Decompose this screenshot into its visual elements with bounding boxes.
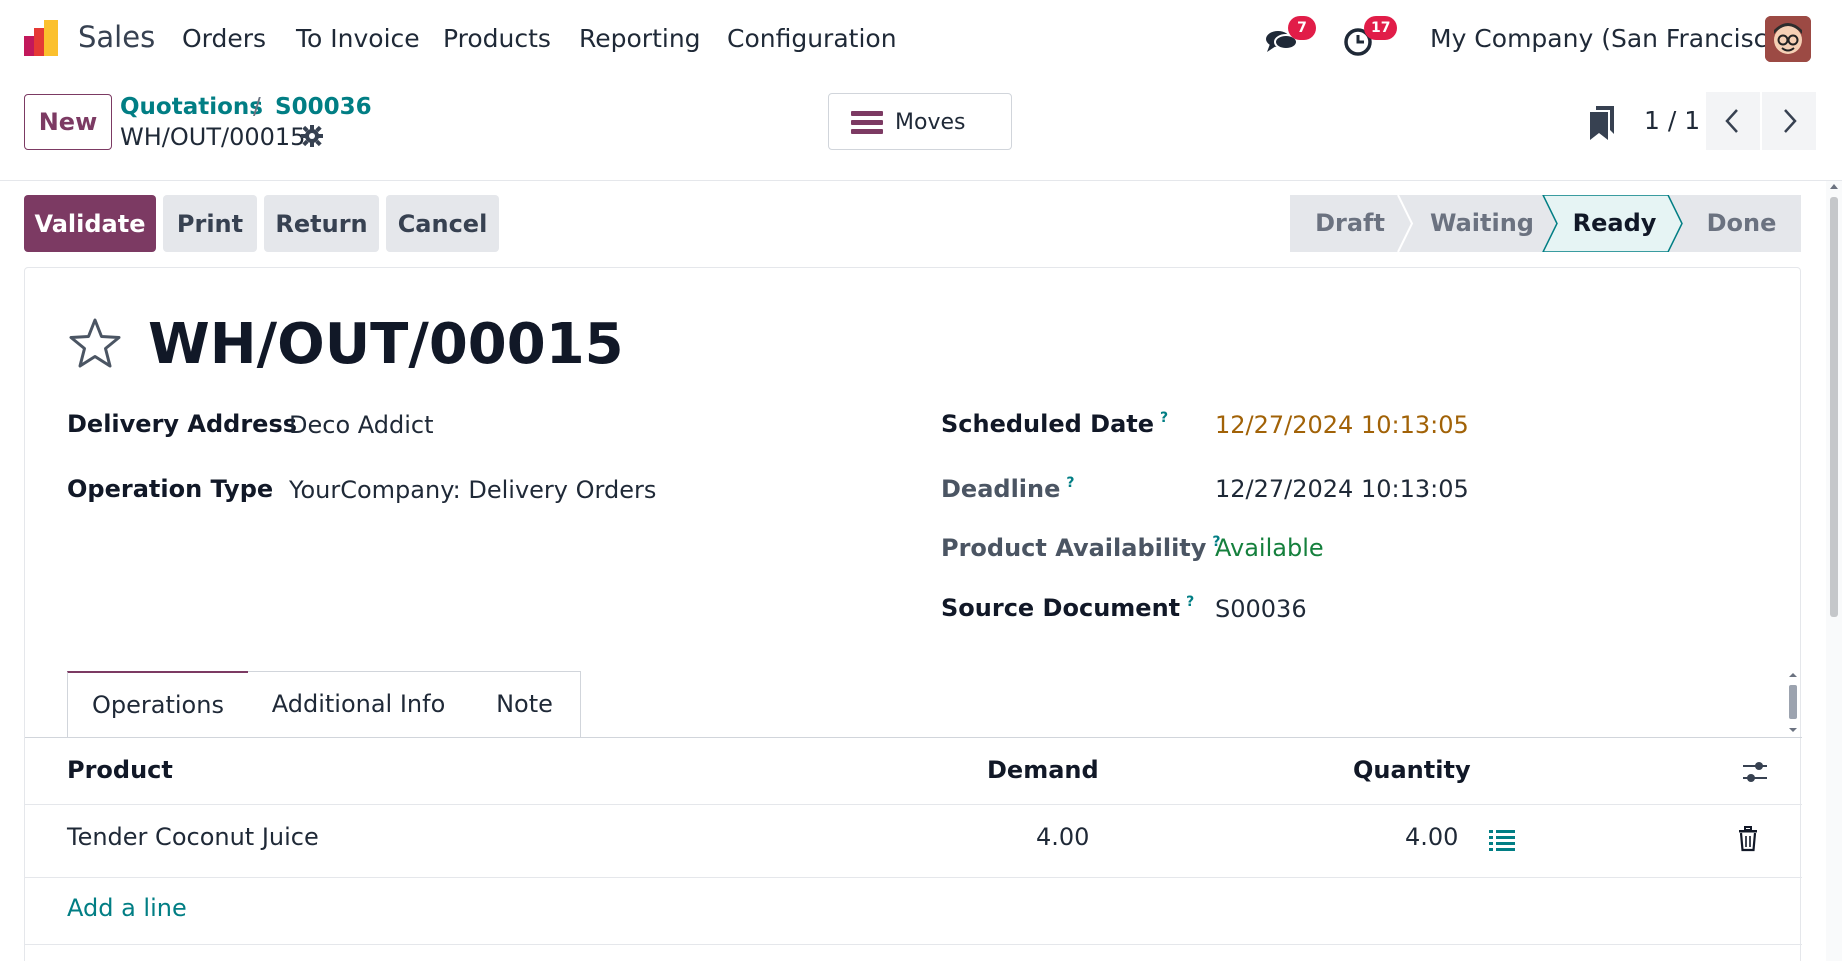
page-scrollbar[interactable] <box>1826 181 1842 961</box>
print-button[interactable]: Print <box>163 195 257 252</box>
detailed-operations-icon[interactable] <box>1489 828 1515 852</box>
row-quantity[interactable]: 4.00 <box>1405 823 1458 851</box>
chevron-left-icon <box>1725 109 1738 133</box>
menu-to-invoice[interactable]: To Invoice <box>296 24 420 53</box>
scheduled-date-label: Scheduled Date? <box>941 410 1169 438</box>
menu-reporting[interactable]: Reporting <box>579 24 701 53</box>
menu-orders[interactable]: Orders <box>182 24 266 53</box>
form-sheet: WH/OUT/00015 Delivery Address Deco Addic… <box>24 267 1802 961</box>
return-button[interactable]: Return <box>264 195 379 252</box>
app-name[interactable]: Sales <box>78 20 155 54</box>
delivery-address-field[interactable]: Deco Addict <box>289 411 434 439</box>
help-tooltip-icon[interactable]: ? <box>1066 475 1074 491</box>
tab-note[interactable]: Note <box>469 671 581 738</box>
add-line-link[interactable]: Add a line <box>67 894 187 922</box>
pager-next-button[interactable] <box>1762 92 1816 150</box>
company-switcher[interactable]: My Company (San Francisco) <box>1430 24 1792 53</box>
breadcrumb-quotations[interactable]: Quotations <box>120 94 263 120</box>
new-button[interactable]: New <box>24 94 112 150</box>
chevron-right-icon <box>1784 109 1797 133</box>
list-icon <box>851 111 883 134</box>
optional-columns-icon[interactable] <box>1741 758 1769 786</box>
tab-divider <box>25 737 1802 738</box>
deadline-label: Deadline? <box>941 475 1075 503</box>
trash-icon[interactable] <box>1737 826 1759 852</box>
row-demand[interactable]: 4.00 <box>1036 823 1089 851</box>
gear-icon[interactable] <box>300 124 324 148</box>
scheduled-date-field[interactable]: 12/27/2024 10:13:05 <box>1215 411 1469 439</box>
user-avatar[interactable] <box>1765 16 1811 62</box>
stage-draft[interactable]: Draft <box>1290 195 1410 252</box>
row-product[interactable]: Tender Coconut Juice <box>67 823 319 851</box>
source-document-field[interactable]: S00036 <box>1215 595 1307 623</box>
messages-badge: 7 <box>1288 16 1316 40</box>
record-title: WH/OUT/00015 <box>148 312 624 377</box>
column-header-quantity[interactable]: Quantity <box>1353 756 1471 784</box>
source-document-label: Source Document? <box>941 594 1195 622</box>
sales-app-icon[interactable] <box>22 18 62 58</box>
stage-done[interactable]: Done <box>1682 195 1801 252</box>
row-divider <box>25 877 1802 878</box>
menu-configuration[interactable]: Configuration <box>727 24 897 53</box>
breadcrumb-sale-order[interactable]: S00036 <box>275 94 372 120</box>
bookmark-icon[interactable] <box>1590 106 1614 140</box>
cancel-button[interactable]: Cancel <box>386 195 499 252</box>
inner-scrollbar[interactable] <box>1786 671 1800 734</box>
validate-button[interactable]: Validate <box>24 195 156 252</box>
moves-smart-button[interactable]: Moves <box>828 93 1012 150</box>
tab-operations[interactable]: Operations <box>67 671 249 738</box>
product-availability-value: Available <box>1215 534 1324 562</box>
stage-waiting[interactable]: Waiting <box>1412 195 1552 252</box>
help-tooltip-icon[interactable]: ? <box>1160 410 1168 426</box>
delivery-address-label: Delivery Address <box>67 410 298 438</box>
help-tooltip-icon[interactable]: ? <box>1186 594 1194 610</box>
column-header-product[interactable]: Product <box>67 756 173 784</box>
stage-ready[interactable]: Ready <box>1552 195 1677 252</box>
moves-label: Moves <box>895 110 966 135</box>
column-header-demand[interactable]: Demand <box>987 756 1099 784</box>
product-availability-label: Product Availability? <box>941 534 1221 562</box>
breadcrumb-current: WH/OUT/00015 <box>120 123 306 151</box>
top-navbar: Sales Orders To Invoice Products Reporti… <box>0 0 1842 77</box>
operation-type-field[interactable]: YourCompany: Delivery Orders <box>289 476 656 504</box>
status-bar: Draft Waiting Ready Done <box>1290 195 1801 252</box>
header-divider <box>25 804 1802 805</box>
breadcrumb-separator: / <box>253 94 261 120</box>
star-icon[interactable] <box>67 316 123 372</box>
page-scrollbar-track <box>1830 184 1838 617</box>
menu-products[interactable]: Products <box>443 24 551 53</box>
deadline-value: 12/27/2024 10:13:05 <box>1215 475 1469 503</box>
operation-type-label: Operation Type <box>67 475 274 503</box>
pager-value[interactable]: 1 / 1 <box>1644 106 1700 135</box>
control-panel-divider <box>0 180 1842 181</box>
tab-additional-info[interactable]: Additional Info <box>248 671 470 738</box>
pager-previous-button[interactable] <box>1706 92 1760 150</box>
table-bottom-divider <box>25 944 1802 945</box>
activities-badge: 17 <box>1364 16 1398 40</box>
